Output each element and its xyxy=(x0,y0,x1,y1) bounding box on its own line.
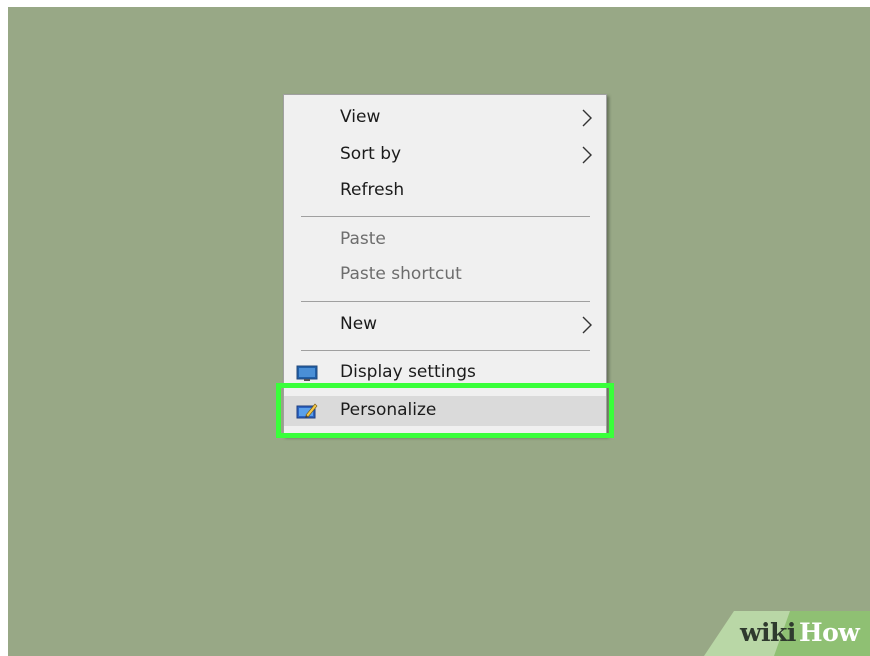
menu-item-label: Paste shortcut xyxy=(340,264,462,284)
menu-item-label: New xyxy=(340,314,378,334)
menu-item-label: Paste xyxy=(340,229,386,249)
display-icon xyxy=(296,365,318,381)
menu-item-paste-shortcut[interactable]: Paste shortcut xyxy=(284,260,606,290)
menu-item-label: Display settings xyxy=(340,362,476,382)
menu-item-paste[interactable]: Paste xyxy=(284,225,606,255)
watermark-how-text: How xyxy=(799,618,860,647)
chevron-right-icon xyxy=(582,109,592,127)
chevron-right-icon xyxy=(582,316,592,334)
menu-item-label: Sort by xyxy=(340,144,402,164)
personalize-highlight-box xyxy=(276,383,614,438)
menu-item-label: View xyxy=(340,107,381,127)
wikihow-watermark: wiki How xyxy=(704,611,870,656)
menu-separator xyxy=(301,350,590,351)
menu-separator xyxy=(301,216,590,217)
watermark-wiki-text: wiki xyxy=(740,618,796,647)
menu-item-new[interactable]: New xyxy=(284,310,606,340)
menu-item-label: Refresh xyxy=(340,180,405,200)
menu-separator xyxy=(301,301,590,302)
menu-item-sort-by[interactable]: Sort by xyxy=(284,140,606,170)
menu-item-refresh[interactable]: Refresh xyxy=(284,176,606,206)
chevron-right-icon xyxy=(582,146,592,164)
desktop-background[interactable]: View Sort by Refresh Paste Paste shortcu… xyxy=(8,7,870,656)
menu-item-view[interactable]: View xyxy=(284,103,606,133)
